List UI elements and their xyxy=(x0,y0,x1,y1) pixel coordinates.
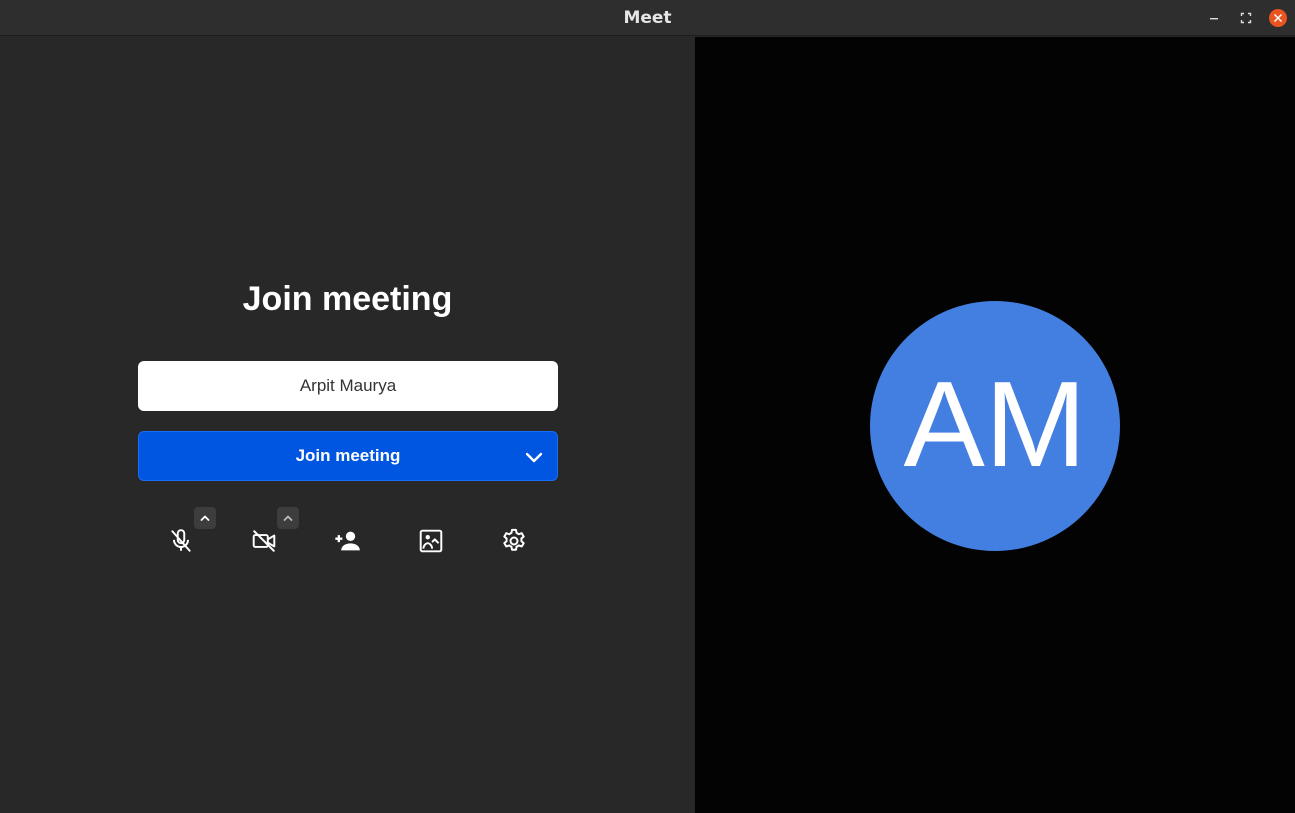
video-preview: AM xyxy=(695,37,1295,813)
meet-window: Meet Join meeting Join meeting xyxy=(0,0,1295,813)
background-image-icon xyxy=(419,529,443,553)
title-bar: Meet xyxy=(0,0,1295,36)
window-title: Meet xyxy=(623,8,672,28)
settings-button[interactable] xyxy=(499,526,529,556)
minimize-button[interactable] xyxy=(1205,9,1223,27)
chevron-down-icon[interactable] xyxy=(523,446,545,468)
invite-people-button[interactable] xyxy=(332,526,362,556)
camera-options-button[interactable] xyxy=(277,507,299,529)
join-meeting-button[interactable]: Join meeting xyxy=(138,431,558,481)
mic-off-icon xyxy=(171,529,191,552)
settings-icon xyxy=(503,528,525,551)
close-icon xyxy=(1273,13,1283,23)
virtual-background-button[interactable] xyxy=(416,526,446,556)
prejoin-panel: Join meeting Join meeting xyxy=(0,37,695,813)
mic-toggle-button[interactable] xyxy=(166,526,196,556)
chevron-up-icon xyxy=(200,515,210,521)
avatar-initials: AM xyxy=(903,356,1087,492)
avatar: AM xyxy=(870,301,1120,551)
invite-person-icon xyxy=(335,531,360,551)
maximize-button[interactable] xyxy=(1237,9,1255,27)
maximize-icon xyxy=(1240,12,1252,24)
display-name-input[interactable] xyxy=(138,361,558,411)
camera-toggle-button[interactable] xyxy=(249,526,279,556)
minimize-icon xyxy=(1210,18,1218,20)
close-button[interactable] xyxy=(1269,9,1287,27)
chevron-up-icon xyxy=(283,515,293,521)
join-meeting-label: Join meeting xyxy=(295,446,401,465)
camera-off-icon xyxy=(252,530,276,552)
page-title: Join meeting xyxy=(242,280,453,318)
mic-options-button[interactable] xyxy=(194,507,216,529)
